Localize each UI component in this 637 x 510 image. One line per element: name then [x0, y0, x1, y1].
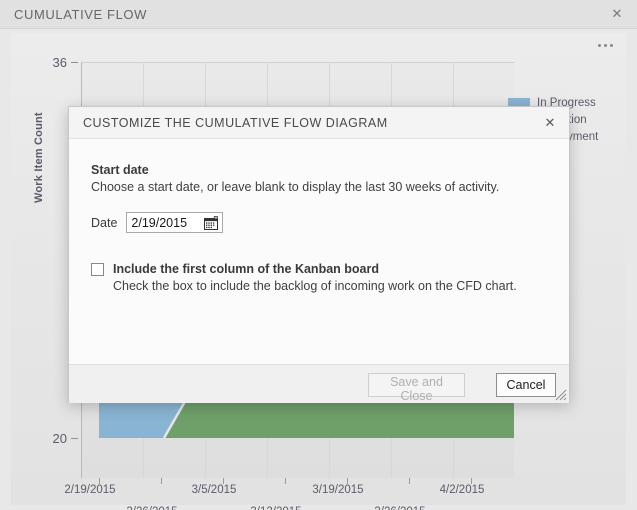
x-tick-label: 3/12/2015 [250, 506, 301, 510]
date-input-wrapper[interactable] [126, 212, 223, 233]
y-tick-label-max: 36 [19, 55, 67, 70]
close-icon[interactable]: ✕ [542, 115, 558, 131]
dialog-body: Start date Choose a start date, or leave… [69, 139, 569, 364]
x-tick-label: 3/26/2015 [374, 506, 425, 510]
cumulative-flow-widget: CUMULATIVE FLOW ✕ Work Item Count 36 20 [0, 0, 637, 510]
resize-grip-icon[interactable] [554, 388, 567, 401]
x-tick-label: 2/26/2015 [126, 506, 177, 510]
x-tick-label: 3/19/2015 [312, 484, 363, 496]
dialog-footer: Save and Close Cancel [69, 364, 569, 403]
dialog-titlebar: CUSTOMIZE THE CUMULATIVE FLOW DIAGRAM ✕ [69, 107, 569, 139]
close-icon[interactable]: ✕ [609, 6, 625, 22]
y-tick-mark-max [71, 62, 78, 63]
date-field-row: Date [91, 212, 547, 233]
x-tick-mark [409, 478, 410, 484]
include-first-column-checkbox[interactable] [91, 263, 104, 276]
customize-cfd-dialog: CUSTOMIZE THE CUMULATIVE FLOW DIAGRAM ✕ … [68, 106, 570, 403]
x-tick-mark [161, 478, 162, 484]
y-tick-label-min: 20 [19, 431, 67, 446]
x-tick-label: 3/5/2015 [192, 484, 237, 496]
include-first-column-description: Check the box to include the backlog of … [113, 279, 517, 293]
widget-header: CUMULATIVE FLOW ✕ [0, 0, 637, 29]
page-title: CUMULATIVE FLOW [14, 7, 147, 22]
x-tick-label: 4/2/2015 [440, 484, 485, 496]
date-field-label: Date [91, 216, 117, 230]
start-date-heading: Start date [91, 163, 547, 177]
include-first-column-label: Include the first column of the Kanban b… [113, 262, 517, 276]
ellipsis-icon[interactable] [598, 44, 613, 47]
save-and-close-button[interactable]: Save and Close [368, 373, 465, 397]
y-axis-title: Work Item Count [33, 112, 45, 203]
x-tick-label: 2/19/2015 [64, 484, 115, 496]
cancel-button[interactable]: Cancel [496, 373, 556, 397]
calendar-icon[interactable] [204, 216, 218, 230]
y-tick-mark-min [71, 438, 78, 439]
include-first-column-row: Include the first column of the Kanban b… [91, 262, 547, 293]
date-input[interactable] [127, 213, 197, 232]
x-tick-mark [285, 478, 286, 484]
dialog-title: CUSTOMIZE THE CUMULATIVE FLOW DIAGRAM [83, 116, 388, 130]
start-date-description: Choose a start date, or leave blank to d… [91, 180, 547, 194]
